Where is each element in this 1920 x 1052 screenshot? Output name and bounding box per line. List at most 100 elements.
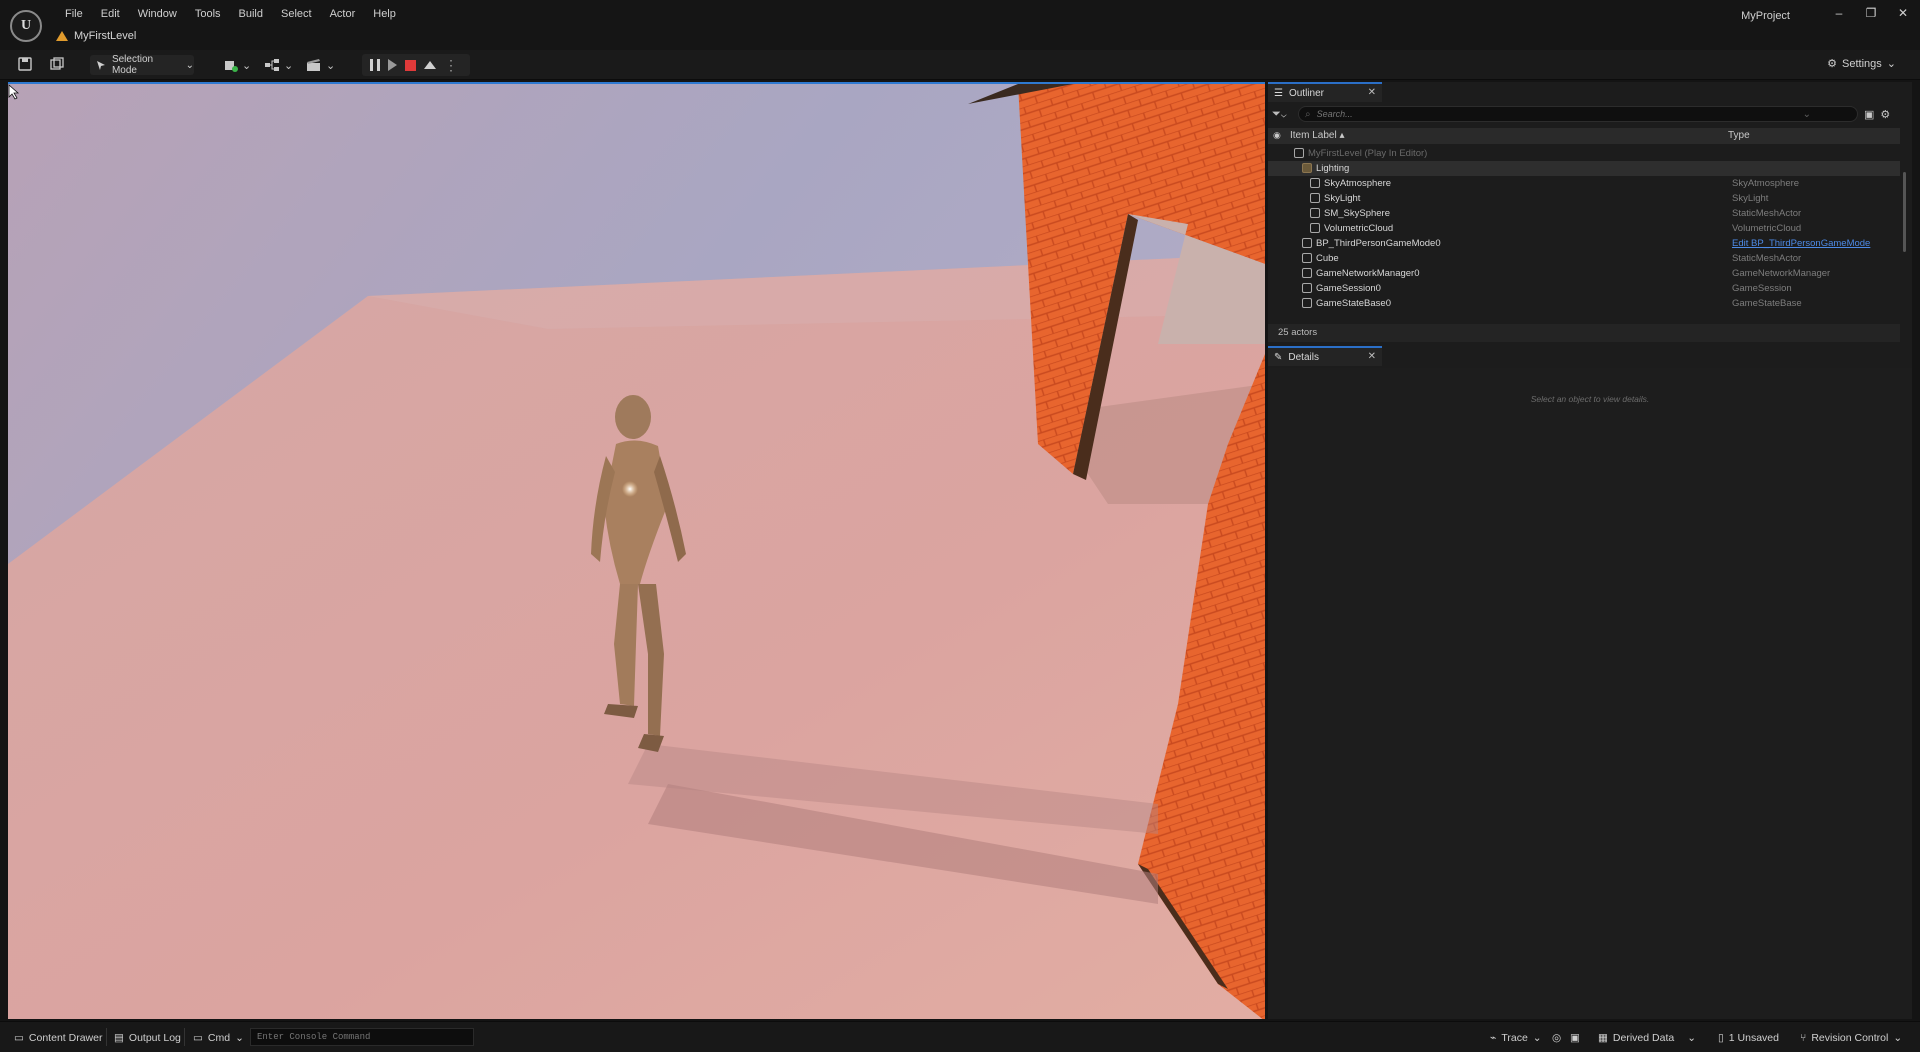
snapshot-icon[interactable]: ▣: [1570, 1032, 1580, 1044]
settings-button[interactable]: ⚙ Settings ⌄: [1827, 57, 1896, 71]
content-drawer-button[interactable]: ▭ Content Drawer: [14, 1032, 102, 1044]
outliner-item-label: GameSession0: [1316, 283, 1381, 294]
outliner-item-type: GameNetworkManager: [1732, 268, 1831, 279]
chevron-down-icon: ⌄: [235, 1032, 244, 1044]
menu-edit[interactable]: Edit: [92, 8, 129, 20]
close-tab-icon[interactable]: ✕: [1368, 351, 1376, 362]
details-panel: [1268, 368, 1912, 1019]
outliner-item-type: VolumetricCloud: [1732, 223, 1802, 234]
divider: [184, 1028, 185, 1046]
search-icon: ⌕: [1305, 108, 1311, 120]
gear-icon: ⚙: [1827, 58, 1838, 70]
outliner-row[interactable]: BP_ThirdPersonGameMode0 Edit BP_ThirdPers…: [1268, 236, 1900, 251]
content-drawer-label: Content Drawer: [28, 1032, 103, 1044]
outliner-search-box[interactable]: ⌕ ⌄: [1298, 106, 1858, 122]
chevron-down-icon: ⌄: [1893, 1032, 1903, 1044]
menu-select[interactable]: Select: [272, 8, 321, 20]
outliner-scrollbar[interactable]: [1903, 172, 1906, 252]
menu-build[interactable]: Build: [230, 8, 272, 20]
database-icon: ▦: [1598, 1032, 1608, 1044]
content-browser-icon[interactable]: [49, 57, 65, 73]
menu-window[interactable]: Window: [129, 8, 186, 20]
output-log-label: Output Log: [128, 1032, 181, 1044]
outliner-item-label: VolumetricCloud: [1324, 223, 1394, 234]
revision-control-button[interactable]: ⑂ Revision Control ⌄: [1800, 1032, 1902, 1044]
outliner-row[interactable]: SkyAtmosphere SkyAtmosphere: [1268, 176, 1900, 191]
actor-icon: [1302, 238, 1312, 248]
add-actor-button[interactable]: ⌄: [224, 55, 251, 75]
outliner-item-type: SkyAtmosphere: [1732, 178, 1800, 189]
actor-icon: [1302, 283, 1312, 293]
minimize-icon[interactable]: –: [1830, 6, 1848, 20]
menu-tools[interactable]: Tools: [186, 8, 230, 20]
outliner-row[interactable]: SkyLight SkyLight: [1268, 191, 1900, 206]
main-menu: File Edit Window Tools Build Select Acto…: [56, 8, 405, 20]
level-tab[interactable]: MyFirstLevel: [56, 27, 136, 45]
outliner-row[interactable]: GameStateBase0 GameStateBase: [1268, 296, 1900, 311]
menu-actor[interactable]: Actor: [321, 8, 365, 20]
unreal-logo-icon[interactable]: U: [10, 10, 42, 42]
edit-blueprint-link[interactable]: Edit BP_ThirdPersonGameMode: [1732, 238, 1870, 249]
more-options-icon[interactable]: ⋮: [444, 57, 458, 74]
derived-data-button[interactable]: ▦ Derived Data ⌄: [1598, 1032, 1696, 1044]
level-tab-label: MyFirstLevel: [74, 30, 137, 42]
outliner-icon: ☰: [1274, 87, 1283, 99]
filter-icon[interactable]: ⏷⌄: [1272, 108, 1292, 121]
actor-icon: [1310, 178, 1320, 188]
blueprints-button[interactable]: ⌄: [264, 55, 293, 75]
outliner-item-label: GameNetworkManager0: [1316, 268, 1420, 279]
eject-icon[interactable]: [424, 61, 436, 69]
actor-icon: [1302, 253, 1312, 263]
branch-icon: ⑂: [1800, 1032, 1807, 1044]
terminal-icon: ▭: [193, 1032, 203, 1044]
tab-details[interactable]: ✎ Details ✕: [1268, 346, 1382, 366]
pause-icon[interactable]: [370, 59, 380, 71]
outliner-item-label: GameStateBase0: [1316, 298, 1391, 309]
restore-icon[interactable]: ❐: [1862, 6, 1880, 20]
file-icon: ▯: [1718, 1032, 1724, 1044]
record-icon[interactable]: ◎: [1552, 1032, 1561, 1044]
actor-icon: [1294, 148, 1304, 158]
outliner-row[interactable]: Lighting: [1268, 161, 1900, 176]
chevron-down-icon[interactable]: ⌄: [1803, 109, 1811, 120]
outliner-item-label: SM_SkySphere: [1324, 208, 1391, 219]
add-folder-icon[interactable]: ▣: [1864, 108, 1874, 121]
title-bar: U File Edit Window Tools Build Select Ac…: [0, 0, 1920, 50]
column-type[interactable]: Type: [1728, 130, 1750, 141]
frame-skip-icon[interactable]: [388, 59, 397, 71]
selection-mode-dropdown[interactable]: Selection Mode ⌄: [90, 54, 194, 76]
outliner-row[interactable]: SM_SkySphere StaticMeshActor: [1268, 206, 1900, 221]
stop-icon[interactable]: [405, 59, 416, 71]
eye-icon[interactable]: ◉: [1273, 130, 1281, 141]
gear-icon[interactable]: ⚙: [1880, 108, 1890, 121]
play-controls: ⋮: [362, 54, 470, 76]
unsaved-button[interactable]: ▯ 1 Unsaved: [1718, 1032, 1779, 1044]
console-input[interactable]: [251, 1029, 473, 1045]
outliner-row[interactable]: MyFirstLevel (Play In Editor): [1268, 146, 1900, 161]
outliner-row[interactable]: VolumetricCloud VolumetricCloud: [1268, 221, 1900, 236]
column-item-label[interactable]: Item Label ▴: [1290, 130, 1345, 141]
outliner-search-input[interactable]: [1316, 109, 1797, 119]
derived-data-label: Derived Data: [1612, 1032, 1675, 1044]
menu-help[interactable]: Help: [364, 8, 405, 20]
level-viewport[interactable]: [8, 82, 1265, 1019]
outliner-row[interactable]: GameSession0 GameSession: [1268, 281, 1900, 296]
outliner-item-type: StaticMeshActor: [1732, 208, 1802, 219]
output-log-button[interactable]: ▤ Output Log: [114, 1032, 181, 1044]
clapperboard-icon: [307, 59, 320, 71]
close-tab-icon[interactable]: ✕: [1368, 87, 1376, 98]
close-icon[interactable]: ✕: [1894, 6, 1912, 20]
actor-count: 25 actors: [1268, 324, 1900, 342]
tab-outliner[interactable]: ☰ Outliner ✕: [1268, 82, 1382, 102]
console-command-box[interactable]: [250, 1028, 474, 1046]
actor-icon: [1310, 208, 1320, 218]
selection-mode-label: Selection Mode: [111, 54, 154, 76]
cmd-dropdown[interactable]: ▭ Cmd ⌄: [193, 1032, 244, 1044]
outliner-row[interactable]: GameNetworkManager0 GameNetworkManager: [1268, 266, 1900, 281]
menu-file[interactable]: File: [56, 8, 92, 20]
cinematics-button[interactable]: ⌄: [306, 55, 335, 75]
save-icon[interactable]: [17, 57, 33, 73]
revision-control-label: Revision Control: [1811, 1032, 1889, 1044]
outliner-row[interactable]: Cube StaticMeshActor: [1268, 251, 1900, 266]
trace-button[interactable]: ⌁ Trace ⌄: [1490, 1032, 1542, 1044]
